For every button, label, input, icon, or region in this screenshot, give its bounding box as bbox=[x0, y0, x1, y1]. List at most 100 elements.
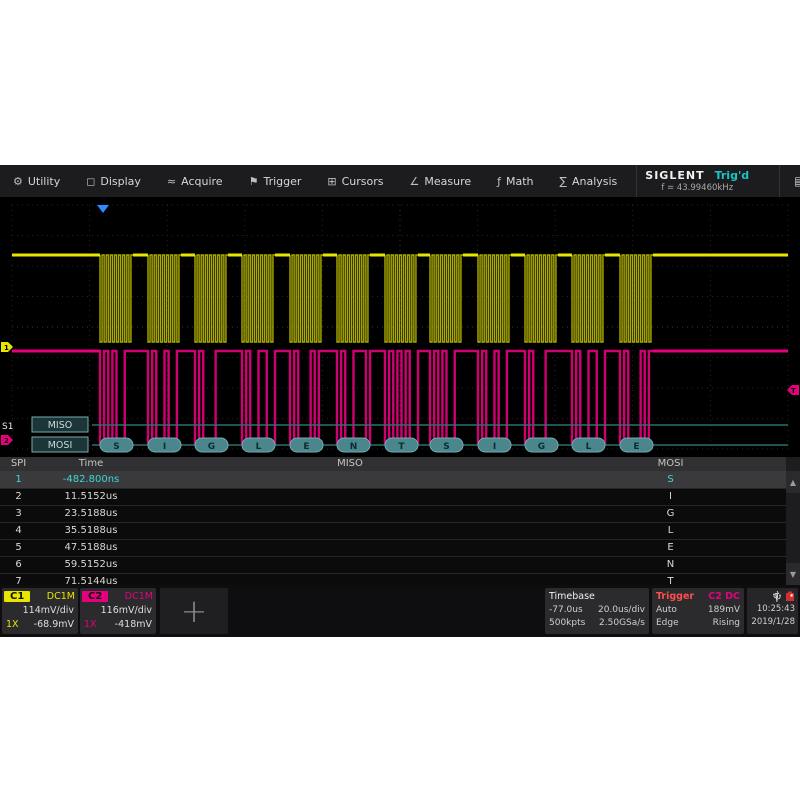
table-scrollbar[interactable]: ▲ ▼ bbox=[786, 457, 800, 585]
display-icon: ◻ bbox=[86, 175, 95, 188]
decode-bubble-char: I bbox=[163, 442, 166, 452]
system-info-box: 10:25:43 2019/1/28 bbox=[747, 588, 798, 634]
table-cell bbox=[145, 557, 555, 573]
c1-trace-bursts bbox=[100, 255, 653, 342]
table-cell: E bbox=[555, 540, 786, 556]
trigger-level-label: T bbox=[791, 387, 796, 395]
wave-icon: ≈ bbox=[167, 175, 176, 188]
channel2-badge: C2 bbox=[82, 591, 108, 602]
channel1-scale: 114mV/div bbox=[23, 604, 74, 618]
trigger-type: Edge bbox=[656, 617, 679, 630]
timebase-title: Timebase bbox=[549, 590, 645, 604]
channel2-marker-label: 2 bbox=[4, 437, 9, 445]
table-cell: G bbox=[555, 506, 786, 522]
table-row[interactable]: 323.5188us G bbox=[0, 506, 786, 523]
decode-bubble-char: G bbox=[538, 442, 545, 452]
scroll-down-button[interactable]: ▼ bbox=[786, 563, 800, 585]
waveform-display[interactable]: MISOMOSIS1SIGLENTSIGLE12T bbox=[0, 197, 800, 457]
usb-icon bbox=[773, 591, 781, 602]
table-cell bbox=[145, 506, 555, 522]
table-cell: 3 bbox=[0, 506, 37, 522]
channel1-descriptor[interactable]: C1 DC1M 114mV/div 1X -68.9mV bbox=[2, 588, 78, 634]
timebase-descriptor[interactable]: Timebase -77.0us 20.0us/div 500kpts 2.50… bbox=[545, 588, 649, 634]
decode-bus-label: MOSI bbox=[48, 440, 73, 451]
table-row[interactable]: 435.5188usL bbox=[0, 523, 786, 540]
channel2-scale: 116mV/div bbox=[101, 604, 152, 618]
decode-bubble-char: L bbox=[586, 442, 592, 452]
oscilloscope-screen: ⚙ Utility ◻ Display ≈ Acquire ⚑ Trigger ⊞Cur… bbox=[0, 165, 800, 637]
ruler-icon: ∠ bbox=[410, 175, 420, 188]
plus-icon: + bbox=[181, 595, 208, 627]
list-icon: ▤ bbox=[794, 174, 800, 188]
brand-logo: SIGLENT bbox=[645, 169, 704, 182]
trigger-frequency-readout: f = 43.99460kHz bbox=[661, 183, 733, 193]
timebase-points: 500kpts bbox=[549, 617, 585, 630]
trigger-descriptor[interactable]: Trigger C2 DC Auto 189mV Edge Rising bbox=[652, 588, 744, 634]
menu-display[interactable]: ◻ Display bbox=[73, 165, 154, 197]
table-cell: N bbox=[555, 557, 786, 573]
menu-measure[interactable]: ∠ Measure bbox=[397, 165, 485, 197]
table-cell: 59.5152us bbox=[37, 557, 145, 573]
trigger-status-badge: Trig'd bbox=[715, 169, 750, 182]
decode-list-button[interactable]: ▤ DECODE LIST bbox=[779, 165, 800, 197]
trigger-mode: Auto bbox=[656, 604, 677, 617]
table-cell: -482.800ns bbox=[37, 472, 145, 488]
table-cell: 47.5188us bbox=[37, 540, 145, 556]
menu-cursors[interactable]: ⊞Cursors bbox=[314, 165, 396, 197]
table-row[interactable]: 659.5152usN bbox=[0, 557, 786, 574]
table-cell: 4 bbox=[0, 523, 37, 539]
flag-icon: ⚑ bbox=[249, 175, 259, 188]
table-row[interactable]: 547.5188us E bbox=[0, 540, 786, 557]
menu-label: Utility bbox=[28, 175, 60, 188]
table-cell: I bbox=[555, 489, 786, 505]
table-cell: 11.5152us bbox=[37, 489, 145, 505]
trigger-slope: Rising bbox=[713, 617, 740, 630]
system-time: 10:25:43 bbox=[750, 603, 795, 616]
decode-bubble-char: N bbox=[350, 442, 358, 452]
decode-bubble-char: S bbox=[443, 442, 449, 452]
scroll-up-button[interactable]: ▲ bbox=[786, 471, 800, 493]
status-bar: C1 DC1M 114mV/div 1X -68.9mV C2 DC1M 116… bbox=[0, 585, 800, 637]
table-cell bbox=[145, 540, 555, 556]
table-cell: 1 bbox=[0, 472, 37, 488]
table-cell: 5 bbox=[0, 540, 37, 556]
channel2-probe: 1X bbox=[84, 618, 97, 632]
decode-bubble-char: S bbox=[113, 442, 119, 452]
menu-label: Analysis bbox=[572, 175, 617, 188]
trigger-position-marker[interactable] bbox=[97, 205, 109, 213]
channel2-coupling: DC1M bbox=[125, 591, 153, 602]
menu-label: Trigger bbox=[263, 175, 301, 188]
add-channel-button[interactable]: + bbox=[160, 588, 228, 634]
channel2-descriptor[interactable]: C2 DC1M 116mV/div 1X -418mV bbox=[80, 588, 156, 634]
decode-bus-label: MISO bbox=[48, 420, 73, 431]
menu-label: Acquire bbox=[181, 175, 222, 188]
menu-math[interactable]: ƒMath bbox=[484, 165, 546, 197]
channel1-coupling: DC1M bbox=[47, 591, 75, 602]
menu-label: Display bbox=[100, 175, 141, 188]
decode-bubble-char: I bbox=[493, 442, 496, 452]
analysis-icon: ∑ bbox=[560, 175, 567, 188]
system-date: 2019/1/28 bbox=[750, 616, 795, 629]
decode-bubble-char: L bbox=[256, 442, 262, 452]
table-row[interactable]: 211.5152usI bbox=[0, 489, 786, 506]
table-row[interactable]: 1-482.800ns S bbox=[0, 472, 786, 489]
channel1-badge: C1 bbox=[4, 591, 30, 602]
decode-table-header: SPI Time MISO MOSI bbox=[0, 457, 786, 472]
table-cell: L bbox=[555, 523, 786, 539]
channel1-probe: 1X bbox=[6, 618, 19, 632]
menu-label: Math bbox=[506, 175, 534, 188]
menu-label: Measure bbox=[424, 175, 471, 188]
gear-icon: ⚙ bbox=[13, 175, 23, 188]
crosshair-icon: ⊞ bbox=[327, 175, 336, 188]
channel1-offset: -68.9mV bbox=[34, 618, 74, 632]
decode-list-table: SPI Time MISO MOSI 1-482.800nsS211.5152u… bbox=[0, 457, 800, 585]
menu-bar: ⚙ Utility ◻ Display ≈ Acquire ⚑ Trigger ⊞Cur… bbox=[0, 165, 800, 197]
table-cell: S bbox=[555, 472, 786, 488]
table-cell: 23.5188us bbox=[37, 506, 145, 522]
menu-acquire[interactable]: ≈ Acquire bbox=[154, 165, 236, 197]
decode-bubble-char: E bbox=[303, 442, 309, 452]
menu-utility[interactable]: ⚙ Utility bbox=[0, 165, 73, 197]
timebase-samplerate: 2.50GSa/s bbox=[599, 617, 645, 630]
menu-analysis[interactable]: ∑ Analysis bbox=[547, 165, 631, 197]
menu-trigger[interactable]: ⚑ Trigger bbox=[236, 165, 315, 197]
